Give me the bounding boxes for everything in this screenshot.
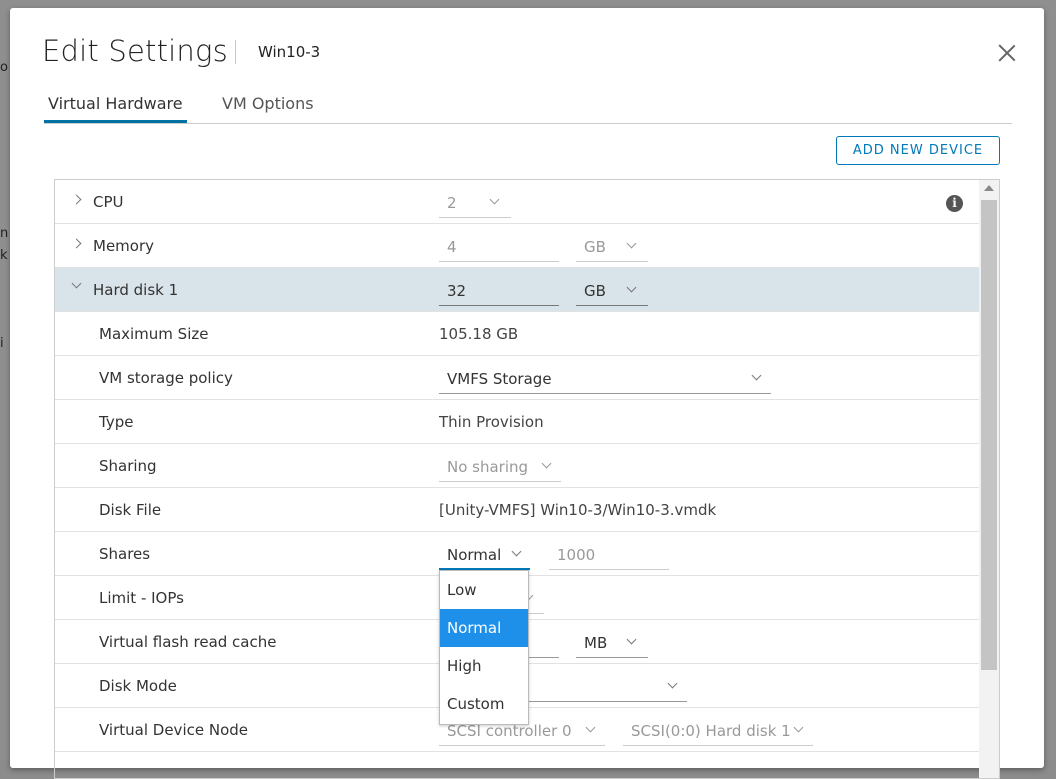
sharing-select[interactable]: No sharing [439,450,561,482]
shares-value: Normal [447,546,502,564]
edit-settings-dialog: Edit Settings Win10-3 Virtual Hardware V… [10,8,1044,779]
shares-number: 1000 [557,546,596,564]
close-icon[interactable] [996,42,1018,64]
chevron-right-icon[interactable] [71,194,82,205]
menu-item-high[interactable]: High [440,647,528,685]
grid-scrollbar[interactable] [979,180,999,778]
cpu-row[interactable]: CPU 2 i [55,180,979,224]
cpu-value: 2 [447,194,457,212]
background-fragment: n [0,226,9,241]
max-size-row: Maximum Size 105.18 GB [55,312,979,356]
limit-iops-label: Limit - IOPs [99,589,184,607]
max-size-label: Maximum Size [99,325,209,343]
background-fragment: o [0,60,8,75]
hard-disk-unit: GB [584,282,606,300]
memory-input[interactable]: 4 [439,230,559,262]
storage-policy-select[interactable]: VMFS Storage [439,362,771,394]
chevron-down-icon [751,370,762,381]
storage-policy-value: VMFS Storage [447,370,552,388]
flash-cache-unit: MB [584,634,608,652]
chevron-down-icon [511,546,522,557]
sharing-row: Sharing No sharing [55,444,979,488]
type-value: Thin Provision [439,413,544,431]
memory-unit-select[interactable]: GB [576,230,648,262]
memory-label: Memory [93,237,155,255]
background-fragment: k [0,248,8,263]
type-label: Type [99,413,134,431]
disk-file-row: Disk File [Unity-VMFS] Win10-3/Win10-3.v… [55,488,979,532]
chevron-down-icon[interactable] [71,278,82,289]
flash-cache-unit-select[interactable]: MB [576,626,648,658]
memory-unit: GB [584,238,606,256]
max-size-value: 105.18 GB [439,325,519,343]
device-node-select[interactable]: SCSI(0:0) Hard disk 1 [623,714,813,746]
tab-bar: Virtual Hardware VM Options [44,92,1012,124]
chevron-down-icon [626,282,637,293]
shares-dropdown-menu: Low Normal High Custom [439,570,529,725]
chevron-down-icon [541,458,552,469]
hard-disk-label: Hard disk 1 [93,281,179,299]
chevron-down-icon [626,634,637,645]
scroll-up-icon[interactable] [984,185,994,191]
dialog-title: Edit Settings [42,34,228,68]
chevron-down-icon [667,678,678,689]
cpu-label: CPU [93,193,124,211]
hard-disk-size-input[interactable]: 32 [439,274,559,306]
chevron-right-icon[interactable] [71,238,82,249]
shares-label: Shares [99,545,151,563]
info-icon[interactable]: i [946,195,963,212]
hard-disk-row[interactable]: Hard disk 1 32 GB [55,268,979,312]
disk-file-label: Disk File [99,501,162,519]
chevron-down-icon [585,722,596,733]
scroll-thumb[interactable] [981,200,997,670]
type-row: Type Thin Provision [55,400,979,444]
device-node-value: SCSI(0:0) Hard disk 1 [631,722,791,740]
add-new-device-button[interactable]: ADD NEW DEVICE [836,136,1000,165]
tab-vm-options[interactable]: VM Options [222,94,314,113]
menu-item-normal[interactable]: Normal [440,609,528,647]
chevron-down-icon [626,238,637,249]
vm-name: Win10-3 [258,43,321,61]
sharing-label: Sharing [99,457,157,475]
flash-cache-label: Virtual flash read cache [99,633,277,651]
disk-mode-label: Disk Mode [99,677,177,695]
memory-row[interactable]: Memory 4 GB [55,224,979,268]
shares-select[interactable]: Normal [439,538,530,570]
hard-disk-unit-select[interactable]: GB [576,274,648,306]
storage-policy-label: VM storage policy [99,369,233,387]
title-separator [235,40,236,64]
hard-disk-size: 32 [447,282,467,300]
menu-item-low[interactable]: Low [440,571,528,609]
tab-virtual-hardware[interactable]: Virtual Hardware [48,94,183,113]
menu-item-custom[interactable]: Custom [440,685,528,723]
disk-file-value: [Unity-VMFS] Win10-3/Win10-3.vmdk [439,501,717,519]
background-fragment: i [0,336,4,351]
active-tab-indicator [44,120,187,123]
storage-policy-row: VM storage policy VMFS Storage [55,356,979,400]
chevron-down-icon [793,722,804,733]
cpu-select[interactable]: 2 [439,186,511,218]
shares-number-input[interactable]: 1000 [549,538,669,570]
memory-value: 4 [447,238,457,256]
chevron-down-icon [489,194,500,205]
device-node-label: Virtual Device Node [99,721,248,739]
sharing-value: No sharing [447,458,529,476]
